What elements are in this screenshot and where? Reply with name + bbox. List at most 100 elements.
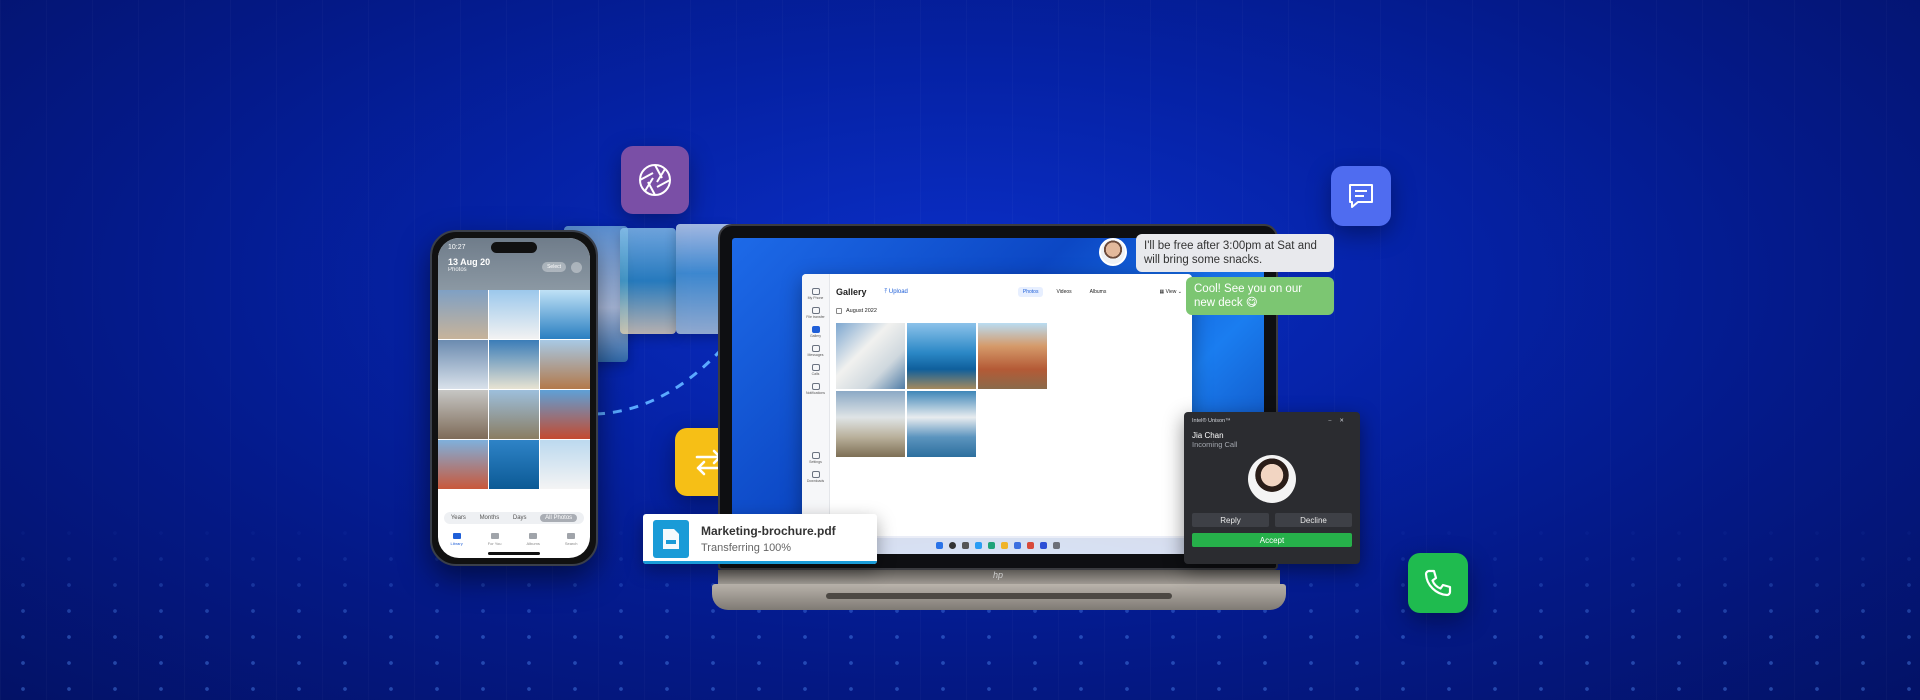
search-icon[interactable] [949, 541, 956, 549]
for-you-icon [490, 532, 499, 539]
smartphone: 10:27 13 Aug 20 Photos Select Years Mont… [430, 230, 598, 566]
tab-albums[interactable]: Albums [1085, 287, 1112, 297]
outgoing-message-bubble: Cool! See you on our new deck 😋 [1186, 277, 1334, 315]
call-icon [811, 364, 820, 371]
photo-thumbnail[interactable] [907, 391, 976, 457]
tab-videos[interactable]: Videos [1051, 287, 1076, 297]
file-transfer-status: Transferring 100% [701, 542, 792, 554]
edge-icon[interactable] [988, 541, 995, 549]
hp-logo: hp [992, 570, 1004, 580]
date-group-label: August 2022 [846, 308, 877, 314]
gallery-app-window: My Phone File transfer Gallery Messages … [802, 274, 1192, 538]
store-icon[interactable] [1014, 541, 1021, 549]
avatar [1099, 238, 1127, 266]
bell-icon [811, 383, 820, 390]
messages-app-tile [1331, 166, 1391, 226]
sidebar-item-file-transfer[interactable]: File transfer [802, 307, 829, 319]
photo-thumbnail[interactable] [489, 290, 539, 339]
tab-search[interactable]: Search [565, 532, 578, 546]
laptop-base [712, 584, 1286, 610]
file-transfer-card[interactable]: Marketing-brochure.pdf Transferring 100% [643, 514, 877, 564]
photo-thumbnail[interactable] [540, 390, 590, 439]
photos-icon[interactable] [1027, 541, 1034, 549]
photo-thumbnail[interactable] [540, 440, 590, 489]
sidebar-item-settings[interactable]: Settings [802, 452, 829, 464]
photo-thumbnail[interactable] [438, 390, 488, 439]
photo-thumbnail[interactable] [438, 440, 488, 489]
window-controls: –✕ [1328, 418, 1352, 424]
photo-thumbnail[interactable] [438, 290, 488, 339]
photo-thumbnail[interactable] [489, 390, 539, 439]
tab-albums[interactable]: Albums [526, 532, 540, 546]
incoming-call-notification: Intel® Unison™ –✕ Jia Chan Incoming Call… [1184, 412, 1360, 564]
photo-thumbnail[interactable] [907, 323, 976, 389]
photos-app-tile [621, 146, 689, 214]
photo-thumbnail[interactable] [540, 290, 590, 339]
unison-icon[interactable] [1040, 541, 1047, 549]
albums-icon [529, 532, 538, 539]
file-info: Marketing-brochure.pdf Transferring 100% [701, 524, 836, 554]
close-icon[interactable]: ✕ [1339, 418, 1352, 424]
photo-thumbnail[interactable] [489, 440, 539, 489]
page-title: Gallery [836, 287, 867, 297]
segment-all-photos[interactable]: All Photos [540, 514, 578, 522]
select-group-checkbox[interactable] [836, 308, 842, 314]
photo-thumbnail[interactable] [836, 391, 905, 457]
photo-thumbnail[interactable] [978, 323, 1047, 389]
segment-days[interactable]: Days [513, 515, 527, 521]
phone-home-indicator [488, 552, 540, 555]
call-titlebar: Intel® Unison™ –✕ [1192, 418, 1352, 424]
incoming-message-bubble: I'll be free after 3:00pm at Sat and wil… [1136, 234, 1334, 272]
sidebar-item-calls[interactable]: Calls [802, 364, 829, 376]
gear-icon [811, 452, 820, 459]
segment-years[interactable]: Years [451, 515, 466, 521]
accept-button[interactable]: Accept [1192, 533, 1352, 547]
task-view-icon[interactable] [962, 541, 969, 549]
photo-thumbnail[interactable] [438, 340, 488, 389]
decline-button[interactable]: Decline [1275, 513, 1352, 527]
photo-thumbnail[interactable] [836, 323, 905, 389]
photo-thumbnail[interactable] [489, 340, 539, 389]
aperture-icon [639, 164, 671, 196]
call-status: Incoming Call [1192, 440, 1238, 449]
sidebar-item-messages[interactable]: Messages [802, 345, 829, 357]
upload-button[interactable]: ⤒ Upload [885, 289, 908, 296]
file-icon [653, 520, 689, 558]
view-dropdown[interactable]: ▦ View ⌄ [1160, 289, 1182, 295]
caller-name: Jia Chan [1192, 431, 1224, 440]
date-group-header: August 2022 [836, 308, 1182, 314]
flying-photo-card [620, 228, 676, 334]
phone-screen: 10:27 13 Aug 20 Photos Select Years Mont… [438, 238, 590, 558]
message-icon [811, 345, 820, 352]
library-icon [452, 532, 461, 539]
photo-thumbnail[interactable] [540, 340, 590, 389]
sidebar-item-gallery[interactable]: Gallery [802, 326, 829, 338]
sidebar-item-notifications[interactable]: Notifications [802, 383, 829, 395]
widgets-icon[interactable] [975, 541, 982, 549]
sidebar-item-downloads[interactable]: Downloads [802, 471, 829, 483]
transfer-icon [811, 307, 820, 314]
caller-avatar [1248, 455, 1296, 503]
phone-tab-bar: Library For You Albums Search [438, 528, 590, 550]
gallery-tabs: Photos Videos Albums [1017, 287, 1112, 297]
reply-button[interactable]: Reply [1192, 513, 1269, 527]
explorer-icon[interactable] [1001, 541, 1008, 549]
phone-photos-header: 10:27 13 Aug 20 Photos Select [438, 238, 590, 290]
call-app-name: Intel® Unison™ [1192, 418, 1231, 424]
tab-library[interactable]: Library [450, 532, 463, 546]
sidebar-item-my-phone[interactable]: My Phone [802, 288, 829, 300]
phone-more-button[interactable] [571, 262, 582, 273]
settings-icon[interactable] [1053, 541, 1060, 549]
start-icon[interactable] [936, 541, 943, 549]
tab-photos[interactable]: Photos [1017, 287, 1044, 297]
phone-icon [1424, 569, 1452, 597]
segment-months[interactable]: Months [480, 515, 500, 521]
gallery-photo-grid [836, 323, 1182, 457]
minimize-icon[interactable]: – [1328, 418, 1339, 424]
file-name: Marketing-brochure.pdf [701, 524, 836, 538]
phone-select-button[interactable]: Select [542, 262, 566, 272]
gallery-main: Gallery ⤒ Upload Photos Videos Albums ▦ … [836, 284, 1182, 457]
tab-for-you[interactable]: For You [488, 532, 502, 546]
phone-segmented-control: Years Months Days All Photos [444, 512, 584, 524]
search-icon [567, 532, 576, 539]
